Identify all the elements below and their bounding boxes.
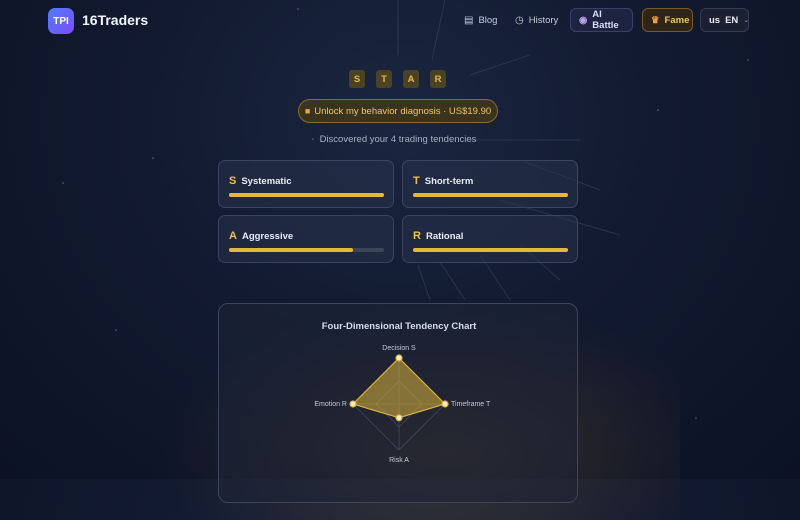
tendency-bar <box>413 248 568 252</box>
tendency-name: Rational <box>425 230 464 242</box>
radar-chart: Decision S Timeframe T Risk A Emotion R <box>314 345 491 464</box>
tendency-letter: S <box>229 175 237 187</box>
tendency-bar <box>229 248 384 252</box>
radar-axis-label: Risk A <box>389 457 409 464</box>
logo-text: TPI <box>53 15 69 27</box>
tendency-bar <box>229 193 384 197</box>
tendency-letter: T <box>413 175 420 187</box>
tendency-letter: A <box>229 230 237 242</box>
tendency-letter: R <box>413 230 421 242</box>
crown-icon: ♛ <box>651 14 660 26</box>
tendency-name: Aggressive <box>241 230 294 242</box>
nav-history-label: History <box>528 14 559 26</box>
tendency-bar-fill <box>413 193 568 197</box>
fame-button[interactable]: ♛ Fame <box>642 8 693 32</box>
clock-icon: ◷ <box>515 14 524 26</box>
tendency-bar-fill <box>229 248 353 252</box>
nav-history[interactable]: ◷ History <box>515 8 558 32</box>
radar-point <box>395 414 403 422</box>
tendency-chart-card: Four-Dimensional Tendency Chart Decision… <box>218 303 578 503</box>
language-selector[interactable]: us EN ⌄ <box>700 8 749 32</box>
unlock-diagnosis-button[interactable]: ■ Unlock my behavior diagnosis · US$19.9… <box>298 99 498 123</box>
radar-axis-label: Timeframe T <box>451 401 491 408</box>
tendency-bar-fill <box>413 248 568 252</box>
ai-battle-label: AI Battle <box>592 9 619 31</box>
radar-point <box>349 400 357 408</box>
robot-icon: ◉ <box>579 14 588 26</box>
tendency-card-s: S Systematic <box>218 160 394 208</box>
language-value: EN <box>725 14 739 26</box>
tendency-bar <box>413 193 568 197</box>
type-letter-t: T <box>376 70 392 88</box>
type-code: S T A R <box>349 70 446 88</box>
type-letter-s: S <box>349 70 365 88</box>
radar-series-area <box>351 357 447 419</box>
radar-point <box>441 400 449 408</box>
nav-blog[interactable]: ▤ Blog <box>464 8 497 32</box>
result-subtitle: Discovered your 4 trading tendencies <box>319 134 477 145</box>
tendency-bar-fill <box>229 193 384 197</box>
radar-point <box>395 354 403 362</box>
tendency-card-r: R Rational <box>402 215 578 263</box>
tendency-name: Systematic <box>241 175 292 187</box>
tendency-card-t: T Short-term <box>402 160 578 208</box>
tendency-name: Short-term <box>424 175 474 187</box>
brand-name[interactable]: 16Traders <box>82 12 148 28</box>
radar-axis-label: Emotion R <box>314 401 347 408</box>
ai-battle-button[interactable]: ◉ AI Battle <box>570 8 633 32</box>
nav-blog-label: Blog <box>478 14 498 26</box>
radar-axis-label: Decision S <box>382 345 416 352</box>
blog-icon: ▤ <box>464 14 474 26</box>
logo[interactable]: TPI <box>48 8 74 34</box>
type-letter-r: R <box>430 70 446 88</box>
type-letter-a: A <box>403 70 419 88</box>
tendency-card-a: A Aggressive <box>218 215 394 263</box>
chevron-down-icon: ⌄ <box>743 17 750 24</box>
unlock-label: Unlock my behavior diagnosis · US$19.90 <box>314 105 492 117</box>
lock-icon: ■ <box>304 106 311 116</box>
language-prefix: us <box>709 14 721 26</box>
fame-label: Fame <box>664 14 690 26</box>
